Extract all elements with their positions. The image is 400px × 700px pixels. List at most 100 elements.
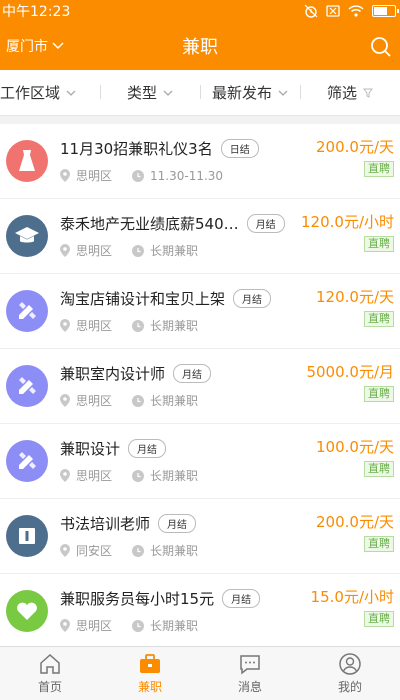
clock-icon — [132, 244, 145, 257]
job-avatar — [6, 440, 48, 482]
job-period: 长期兼职 — [150, 394, 199, 408]
job-title: 书法培训老师 — [60, 515, 151, 533]
location-pin-icon — [60, 394, 70, 407]
direct-hire-tag: 直聘 — [364, 311, 394, 327]
chevron-down-icon — [66, 90, 76, 96]
job-period: 长期兼职 — [150, 319, 199, 333]
chevron-down-icon — [52, 42, 64, 50]
book-icon — [16, 525, 38, 547]
settlement-badge: 月结 — [128, 439, 167, 458]
city-selector[interactable]: 厦门市 — [0, 36, 64, 56]
job-list-item[interactable]: 泰禾地产无业绩底薪540… 月结 思明区 长期兼职 120.0元/小时 直聘 — [0, 199, 400, 274]
job-title: 兼职室内设计师 — [60, 365, 166, 383]
dress-icon — [16, 149, 38, 173]
clock-icon — [132, 619, 145, 632]
chat-bubble-icon — [240, 654, 260, 675]
job-district: 思明区 — [76, 394, 113, 408]
job-period: 长期兼职 — [150, 619, 199, 633]
job-title: 淘宝店铺设计和宝贝上架 — [60, 290, 226, 308]
settlement-badge: 月结 — [233, 289, 272, 308]
job-list: 11月30招兼职礼仪3名 日结 思明区 11.30-11.30 200.0元/天 直聘 泰禾… — [0, 124, 400, 649]
tab-mine[interactable]: 我的 — [300, 647, 400, 700]
no-sim-icon — [326, 5, 340, 17]
job-avatar — [6, 215, 48, 257]
job-avatar — [6, 365, 48, 407]
app-header: 厦门市 兼职 — [0, 22, 400, 70]
job-period: 长期兼职 — [150, 544, 199, 558]
job-title: 11月30招兼职礼仪3名 — [60, 140, 213, 158]
pencil-ruler-icon — [15, 299, 39, 323]
job-district: 思明区 — [76, 619, 113, 633]
pencil-ruler-icon — [15, 374, 39, 398]
tab-home[interactable]: 首页 — [0, 647, 100, 700]
job-list-item[interactable]: 书法培训老师 月结同安区 长期兼职 200.0元/天直聘 — [0, 499, 400, 574]
wifi-icon — [348, 5, 364, 17]
search-icon[interactable] — [370, 36, 392, 58]
location-pin-icon — [60, 544, 70, 557]
battery-icon — [372, 5, 399, 17]
city-label: 厦门市 — [6, 39, 48, 55]
settlement-badge: 月结 — [246, 214, 285, 233]
job-price: 120.0元/小时 — [301, 213, 394, 231]
job-avatar — [6, 515, 48, 557]
direct-hire-tag: 直聘 — [364, 236, 394, 252]
filter-latest-label: 最新发布 — [211, 84, 272, 102]
status-time: 中午12:23 — [2, 4, 71, 20]
briefcase-icon — [140, 653, 160, 673]
location-pin-icon — [60, 169, 70, 182]
filter-type-label: 类型 — [126, 84, 157, 102]
clock-icon — [132, 169, 145, 182]
heart-icon — [16, 601, 38, 621]
job-list-item[interactable]: 兼职设计 月结思明区 长期兼职 100.0元/天直聘 — [0, 424, 400, 499]
location-pin-icon — [60, 319, 70, 332]
job-avatar — [6, 290, 48, 332]
filter-screen[interactable]: 筛选 — [300, 82, 400, 103]
direct-hire-tag: 直聘 — [364, 611, 394, 627]
job-list-item[interactable]: 11月30招兼职礼仪3名 日结 思明区 11.30-11.30 200.0元/天 直聘 — [0, 124, 400, 199]
direct-hire-tag: 直聘 — [364, 161, 394, 177]
settlement-badge: 月结 — [173, 364, 212, 383]
job-period: 11.30-11.30 — [150, 168, 224, 183]
settlement-badge: 月结 — [158, 514, 197, 533]
job-period: 长期兼职 — [150, 244, 199, 258]
tab-home-label: 首页 — [37, 679, 62, 694]
location-pin-icon — [60, 469, 70, 482]
job-district: 思明区 — [76, 319, 113, 333]
bottom-tab-bar: 首页 兼职 消息 我的 — [0, 646, 400, 700]
tab-parttime-label: 兼职 — [137, 679, 162, 694]
filter-type[interactable]: 类型 — [100, 82, 200, 103]
job-district: 思明区 — [76, 169, 113, 183]
location-pin-icon — [60, 244, 70, 257]
clock-icon — [132, 544, 145, 557]
filter-latest[interactable]: 最新发布 — [200, 82, 300, 103]
job-list-item[interactable]: 兼职室内设计师 月结 思明区 长期兼职 5000.0元/月 直聘 — [0, 349, 400, 424]
job-price: 200.0元/天 — [316, 513, 394, 531]
location-pin-icon — [60, 619, 70, 632]
tab-parttime[interactable]: 兼职 — [100, 647, 200, 700]
job-district: 同安区 — [76, 544, 113, 558]
filter-bar: 工作区域 类型 最新发布 筛选 — [0, 70, 400, 116]
job-list-item[interactable]: 淘宝店铺设计和宝贝上架 月结思明区 长期兼职 120.0元/天直聘 — [0, 274, 400, 349]
job-price: 15.0元/小时 — [310, 588, 394, 606]
direct-hire-tag: 直聘 — [364, 461, 394, 477]
graduation-cap-icon — [14, 226, 40, 246]
job-avatar — [6, 590, 48, 632]
job-price: 100.0元/天 — [316, 438, 394, 456]
job-title: 兼职设计 — [60, 440, 121, 458]
status-bar: 中午12:23 — [0, 0, 400, 22]
chevron-down-icon — [163, 90, 173, 96]
job-price: 5000.0元/月 — [306, 363, 394, 381]
direct-hire-tag: 直聘 — [364, 536, 394, 552]
user-icon — [339, 652, 361, 675]
alarm-icon — [304, 4, 318, 18]
settlement-badge: 日结 — [220, 139, 259, 158]
tab-mine-label: 我的 — [337, 679, 362, 694]
job-list-item[interactable]: 兼职服务员每小时15元 月结 思明区 长期兼职 15.0元/小时 直聘 — [0, 574, 400, 649]
job-period: 长期兼职 — [150, 469, 199, 483]
tab-messages[interactable]: 消息 — [200, 647, 300, 700]
clock-icon — [132, 319, 145, 332]
job-price: 120.0元/天 — [316, 288, 394, 306]
filter-area[interactable]: 工作区域 — [0, 82, 100, 103]
job-district: 思明区 — [76, 469, 113, 483]
job-district: 思明区 — [76, 244, 113, 258]
